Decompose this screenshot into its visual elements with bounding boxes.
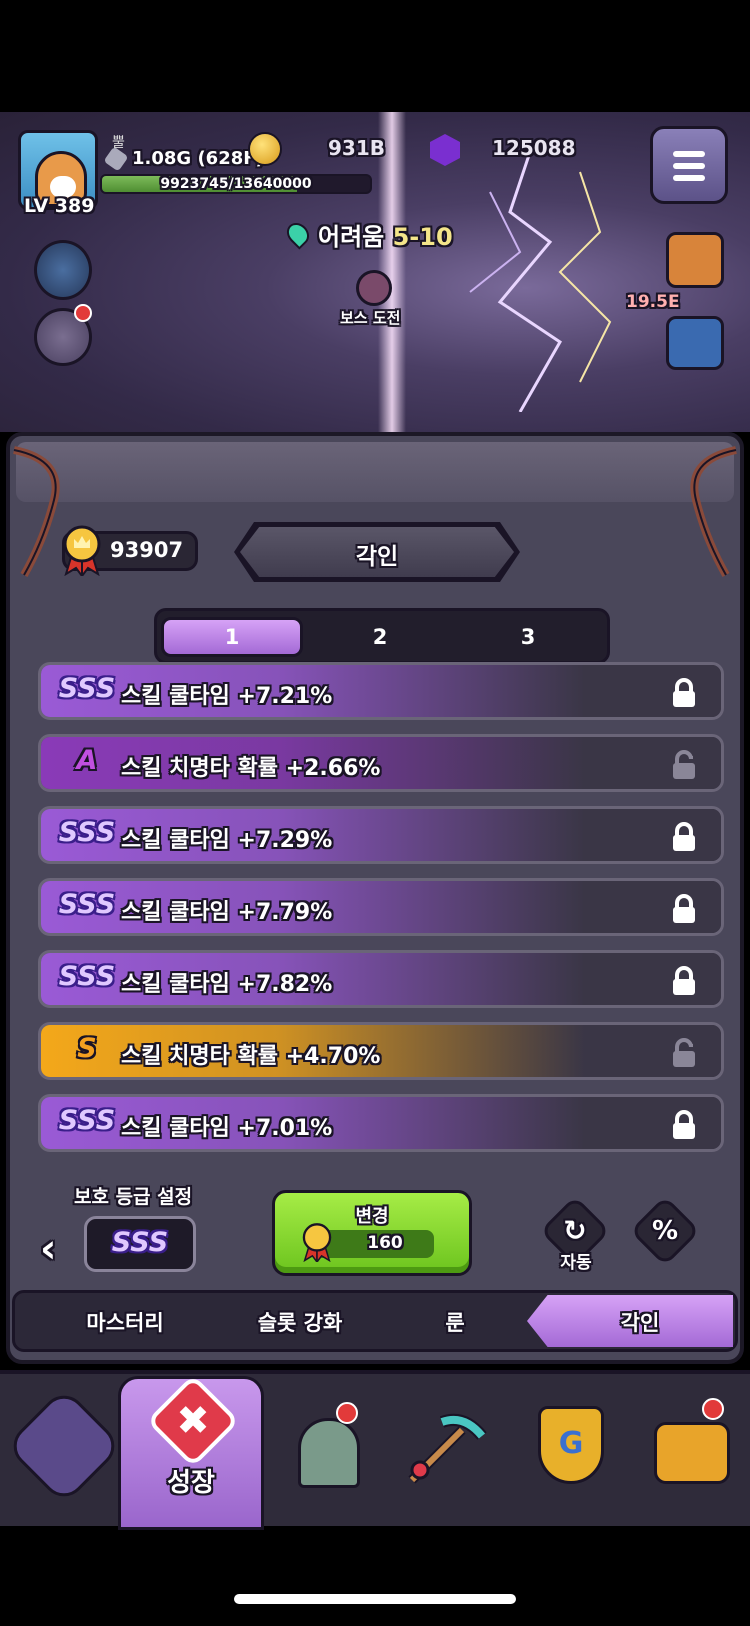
engraving-row[interactable]: A 스킬 치명타 확률 +2.66%: [38, 734, 724, 792]
protect-grade-value: SSS: [111, 1227, 169, 1258]
lock-icon[interactable]: [671, 678, 697, 708]
tab-preset-1[interactable]: 1: [161, 617, 303, 657]
row-grade: SSS: [58, 673, 116, 704]
engraving-panel: 93907 각인 1 2 3 SSS 스킬 쿨타임 +7.21% A 스킬 치명타 확…: [6, 432, 744, 1364]
notification-dot: [74, 304, 92, 322]
exp-bar: 9923745/13640000: [100, 174, 372, 194]
row-effect-text: 스킬 쿨타임 +7.79%: [121, 900, 333, 925]
guild-g-icon: G: [558, 1426, 584, 1461]
gem-amount: 125088: [492, 136, 576, 160]
subtab-engraving[interactable]: 각인: [555, 1307, 725, 1337]
row-grade: S: [77, 1033, 97, 1064]
page-title: 각인: [355, 544, 399, 570]
stage-label: 어려움 5-10: [318, 217, 453, 252]
game-scene: LV 389 뿔 1.08G (628F) 9923745/13640000 9…: [0, 112, 750, 432]
tab-preset-3[interactable]: 3: [457, 617, 599, 657]
home-indicator: [234, 1594, 516, 1604]
thorn-vine-icon: [690, 446, 737, 577]
sub-navigation: 마스터리 슬롯 강화 룬 각인: [12, 1290, 738, 1352]
unlock-icon[interactable]: [671, 750, 697, 780]
row-grade: SSS: [58, 961, 116, 992]
engraving-row[interactable]: SSS 스킬 쿨타임 +7.29%: [38, 806, 724, 864]
exp-text: 9923745/13640000: [160, 176, 312, 192]
row-effect-text: 스킬 치명타 확률 +2.66%: [121, 756, 381, 781]
book-icon[interactable]: [666, 316, 724, 370]
engraving-row[interactable]: S 스킬 치명타 확률 +4.70%: [38, 1022, 724, 1080]
hero-nav-icon[interactable]: [4, 1386, 124, 1506]
notification-dot: [702, 1398, 724, 1420]
boss-challenge-label[interactable]: 보스 도전: [340, 307, 400, 328]
preset-tabs: 1 2 3: [154, 608, 610, 664]
nav-growth-label: 성장: [167, 1468, 215, 1498]
subtab-slot-upgrade[interactable]: 슬롯 강화: [220, 1307, 380, 1337]
combat-power: 1.08G (628F): [132, 148, 264, 169]
boss-challenge-icon[interactable]: [356, 270, 392, 306]
tab-preset-2[interactable]: 2: [309, 617, 451, 657]
row-effect-text: 스킬 쿨타임 +7.29%: [121, 828, 333, 853]
medal-amount: 93907: [110, 538, 184, 562]
row-effect-text: 스킬 쿨타임 +7.21%: [121, 684, 333, 709]
lock-icon[interactable]: [671, 966, 697, 996]
lock-icon[interactable]: [671, 1110, 697, 1140]
quill-icon[interactable]: [666, 232, 724, 288]
subtab-mastery[interactable]: 마스터리: [45, 1307, 205, 1337]
lock-icon[interactable]: [671, 822, 697, 852]
notification-dot: [336, 1402, 358, 1424]
menu-button[interactable]: [650, 126, 728, 204]
status-bar: [0, 0, 750, 112]
row-effect-text: 스킬 쿨타임 +7.01%: [121, 1116, 333, 1141]
subtab-rune[interactable]: 룬: [395, 1307, 515, 1337]
change-cost: 160: [367, 1233, 403, 1253]
row-grade: SSS: [58, 817, 116, 848]
location-pin-icon: [282, 218, 314, 250]
row-grade: SSS: [58, 1105, 116, 1136]
engraving-row[interactable]: SSS 스킬 쿨타임 +7.21%: [38, 662, 724, 720]
pickaxe-nav-icon[interactable]: [402, 1410, 488, 1490]
damage-value: 19.5E: [626, 292, 680, 312]
bottom-navigation: ✖ 성장 G: [0, 1370, 750, 1530]
stage-difficulty: 어려움: [318, 223, 385, 251]
panel-header-band: [16, 442, 734, 502]
player-level: LV 389: [24, 195, 95, 217]
percent-icon: %: [651, 1216, 679, 1246]
gold-amount: 931B: [328, 136, 385, 160]
lightning-effect: [469, 152, 612, 412]
potion-icon[interactable]: [34, 240, 92, 300]
portal-nav-icon[interactable]: [298, 1418, 360, 1488]
lock-icon[interactable]: [671, 894, 697, 924]
gold-coin-icon: [248, 132, 282, 166]
medal-icon: [63, 525, 101, 576]
row-effect-text: 스킬 쿨타임 +7.82%: [121, 972, 333, 997]
engraving-row[interactable]: SSS 스킬 쿨타임 +7.79%: [38, 878, 724, 936]
medal-icon: [302, 1223, 332, 1262]
row-effect-text: 스킬 치명타 확률 +4.70%: [121, 1044, 381, 1069]
engraving-row[interactable]: SSS 스킬 쿨타임 +7.82%: [38, 950, 724, 1008]
unlock-icon[interactable]: [671, 1038, 697, 1068]
row-grade: SSS: [58, 889, 116, 920]
crossed-swords-icon: ✖: [176, 1398, 210, 1444]
chest-nav-icon[interactable]: [654, 1422, 730, 1484]
row-grade: A: [76, 745, 98, 776]
protect-grade-label: 보호 등급 설정: [74, 1186, 193, 1208]
auto-label: 자동: [560, 1253, 592, 1273]
stage-number: 5-10: [392, 223, 453, 251]
chevron-left-icon[interactable]: ‹: [40, 1226, 74, 1274]
engraving-row[interactable]: SSS 스킬 쿨타임 +7.01%: [38, 1094, 724, 1152]
